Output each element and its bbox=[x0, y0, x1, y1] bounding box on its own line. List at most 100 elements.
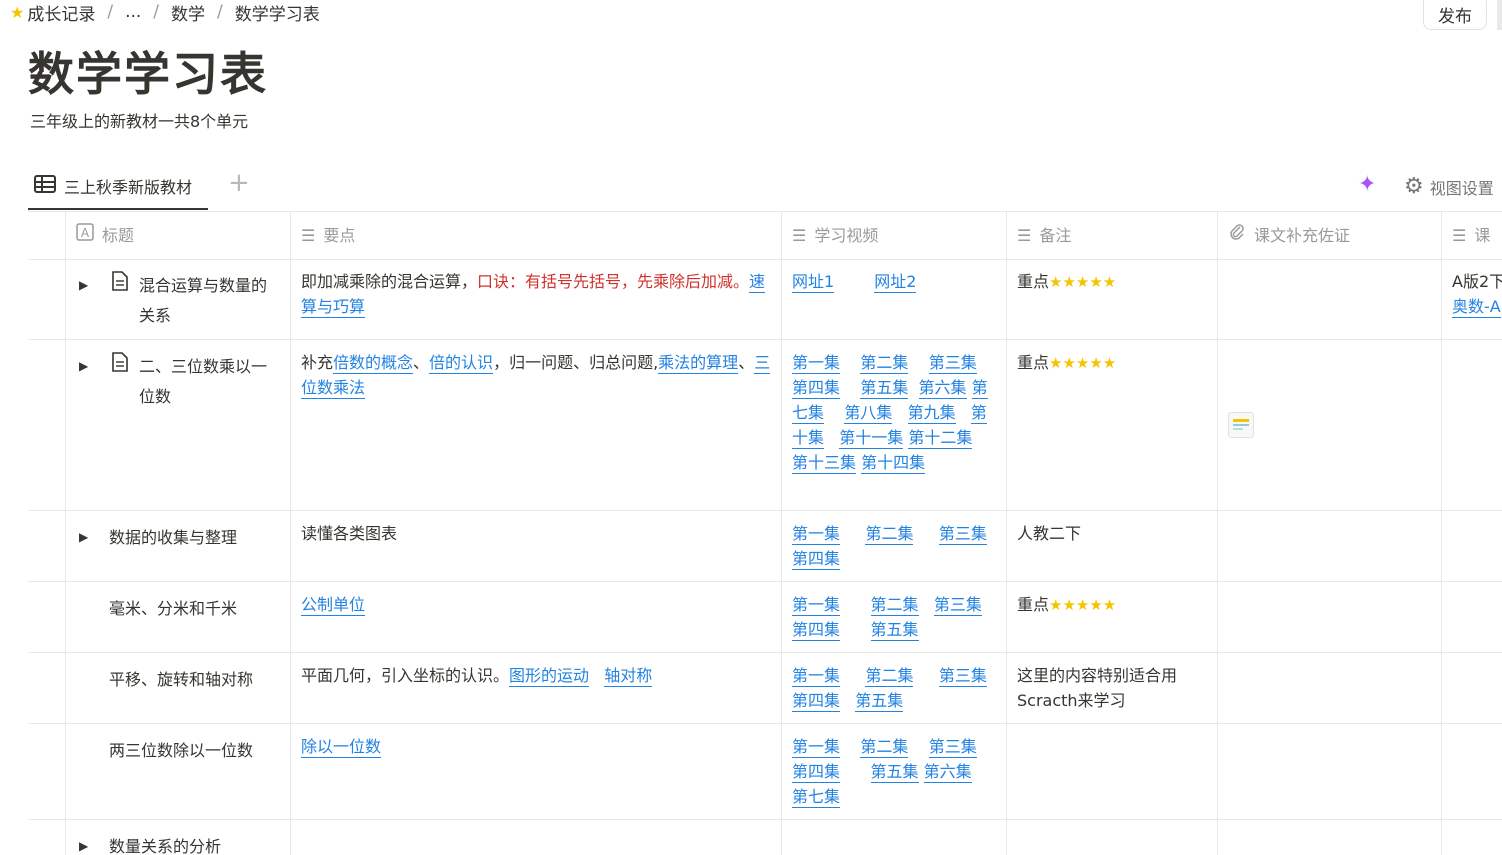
image-thumbnail-icon[interactable] bbox=[1228, 412, 1254, 438]
video-link[interactable]: 网址2 bbox=[874, 272, 917, 293]
video-link[interactable]: 第六集 bbox=[923, 762, 972, 783]
column-header-extra[interactable]: ☰ 课 bbox=[1441, 212, 1502, 259]
video-link[interactable]: 第六集 bbox=[918, 378, 967, 399]
video-link[interactable]: 第一集 bbox=[792, 737, 841, 758]
cell-note[interactable] bbox=[1006, 724, 1217, 819]
expand-toggle-icon[interactable]: ▶ bbox=[79, 525, 88, 550]
points-link[interactable]: 公制单位 bbox=[301, 595, 366, 616]
cell-note[interactable]: 人教二下 bbox=[1006, 511, 1217, 581]
video-link[interactable]: 第三集 bbox=[938, 666, 987, 687]
cell-extra[interactable]: A版2下 奥数-A bbox=[1441, 259, 1502, 339]
video-link[interactable]: 第一集 bbox=[792, 353, 841, 374]
cell-title[interactable]: ▶ 数据的收集与整理 bbox=[65, 511, 290, 581]
table-row[interactable]: ▶ 数据的收集与整理 读懂各类图表 第一集 第二集 第三集 第四集 人教二下 bbox=[28, 511, 1502, 582]
cell-proof[interactable] bbox=[1217, 820, 1441, 855]
cell-proof[interactable] bbox=[1217, 340, 1441, 510]
row-title[interactable]: 二、三位数乘以一位数 bbox=[139, 352, 282, 412]
table-row[interactable]: 平移、旋转和轴对称 平面几何，引入坐标的认识。图形的运动 轴对称 第一集 第二集… bbox=[28, 653, 1502, 724]
points-link[interactable]: 轴对称 bbox=[604, 666, 653, 687]
video-link[interactable]: 第三集 bbox=[933, 595, 982, 616]
cell-title[interactable]: ▶ 混合运算与数量的关系 bbox=[65, 259, 290, 339]
points-link[interactable]: 倍的认识 bbox=[429, 353, 494, 374]
cell-note[interactable]: 这里的内容特别适合用Scracth来学习 bbox=[1006, 653, 1217, 723]
breadcrumb-item-growth[interactable]: 成长记录 bbox=[27, 0, 95, 25]
cell-extra[interactable] bbox=[1441, 511, 1502, 581]
column-header-proof[interactable]: 课文补充佐证 bbox=[1217, 212, 1441, 259]
video-link[interactable]: 第四集 bbox=[792, 549, 841, 570]
row-title[interactable]: 混合运算与数量的关系 bbox=[139, 271, 282, 331]
video-link[interactable]: 第二集 bbox=[870, 595, 919, 616]
cell-extra[interactable] bbox=[1441, 724, 1502, 819]
row-title[interactable]: 平移、旋转和轴对称 bbox=[109, 665, 282, 695]
column-header-note[interactable]: ☰ 备注 bbox=[1006, 212, 1217, 259]
video-link[interactable]: 第一集 bbox=[792, 524, 841, 545]
points-link[interactable]: 乘法的算理 bbox=[658, 353, 739, 374]
video-link[interactable]: 第五集 bbox=[855, 691, 904, 712]
cell-extra[interactable] bbox=[1441, 820, 1502, 855]
video-link[interactable]: 第九集 bbox=[907, 403, 956, 424]
table-row[interactable]: ▶ 混合运算与数量的关系 即加减乘除的混合运算，口诀：有括号先括号，先乘除后加减… bbox=[28, 259, 1502, 340]
video-link[interactable]: 第二集 bbox=[865, 666, 914, 687]
video-link[interactable]: 第一集 bbox=[792, 666, 841, 687]
video-link[interactable]: 第四集 bbox=[792, 691, 841, 712]
cell-note[interactable]: 重点★★★★★ bbox=[1006, 582, 1217, 652]
cell-video[interactable]: 网址1 网址2 bbox=[781, 259, 1006, 339]
points-link[interactable]: 除以一位数 bbox=[301, 737, 382, 758]
cell-extra[interactable] bbox=[1441, 653, 1502, 723]
video-link[interactable]: 第八集 bbox=[844, 403, 893, 424]
cell-proof[interactable] bbox=[1217, 259, 1441, 339]
cell-video[interactable]: 第一集 第二集 第三集 第四集 第五集 第六集 第七集 第八集 第九集 第十集 … bbox=[781, 340, 1006, 510]
ai-sparkle-icon[interactable]: ✦ bbox=[1358, 172, 1376, 197]
video-link[interactable]: 第二集 bbox=[865, 524, 914, 545]
cell-proof[interactable] bbox=[1217, 582, 1441, 652]
video-link[interactable]: 第七集 bbox=[792, 787, 841, 808]
breadcrumb-item-math[interactable]: 数学 bbox=[171, 0, 205, 25]
video-link[interactable]: 第四集 bbox=[792, 378, 841, 399]
table-row[interactable]: 两三位数除以一位数 除以一位数 第一集 第二集 第三集 第四集 第五集 第六集 … bbox=[28, 724, 1502, 820]
cell-title[interactable]: 两三位数除以一位数 bbox=[65, 724, 290, 819]
tab-active-view[interactable]: 三上秋季新版教材 bbox=[28, 164, 208, 210]
cell-note[interactable] bbox=[1006, 820, 1217, 855]
row-title[interactable]: 数量关系的分析 bbox=[109, 832, 282, 855]
cell-video[interactable]: 第一集 第二集 第三集 第四集 第五集 bbox=[781, 582, 1006, 652]
add-view-button[interactable]: + bbox=[228, 170, 250, 196]
video-link[interactable]: 第十三集 bbox=[792, 453, 857, 474]
column-header-title[interactable]: A 标题 bbox=[65, 212, 290, 259]
expand-toggle-icon[interactable]: ▶ bbox=[79, 354, 88, 379]
cell-video[interactable]: 第一集 第二集 第三集 第四集 第五集 bbox=[781, 653, 1006, 723]
breadcrumb-item-ellipsis[interactable]: ... bbox=[125, 2, 141, 22]
column-header-points[interactable]: ☰ 要点 bbox=[290, 212, 781, 259]
cell-video[interactable]: 第一集 第二集 第三集 第四集 第五集 第六集 第七集 bbox=[781, 724, 1006, 819]
table-row[interactable]: 毫米、分米和千米 公制单位 第一集 第二集 第三集 第四集 第五集 重点★★★★… bbox=[28, 582, 1502, 653]
scrollbar-edge[interactable] bbox=[1497, 0, 1502, 30]
video-link[interactable]: 第十一集 bbox=[839, 428, 904, 449]
view-settings-button[interactable]: ⚙ 视图设置 bbox=[1404, 174, 1494, 199]
expand-toggle-icon[interactable]: ▶ bbox=[79, 834, 88, 855]
table-row[interactable]: ▶ 二、三位数乘以一位数 补充倍数的概念、倍的认识，归一问题、归总问题,乘法的算… bbox=[28, 340, 1502, 511]
cell-note[interactable]: 重点★★★★★ bbox=[1006, 340, 1217, 510]
cell-title[interactable]: ▶ 数量关系的分析 bbox=[65, 820, 290, 855]
table-row[interactable]: ▶ 数量关系的分析 bbox=[28, 820, 1502, 855]
cell-points[interactable]: 即加减乘除的混合运算，口诀：有括号先括号，先乘除后加减。速算与巧算 bbox=[290, 259, 781, 339]
points-link[interactable]: 图形的运动 bbox=[509, 666, 590, 687]
cell-proof[interactable] bbox=[1217, 511, 1441, 581]
cell-note[interactable]: 重点★★★★★ bbox=[1006, 259, 1217, 339]
extra-link[interactable]: 奥数-A bbox=[1452, 297, 1501, 318]
points-link[interactable]: 倍数的概念 bbox=[333, 353, 414, 374]
row-title[interactable]: 毫米、分米和千米 bbox=[109, 594, 282, 624]
video-link[interactable]: 第十四集 bbox=[861, 453, 926, 474]
cell-title[interactable]: 平移、旋转和轴对称 bbox=[65, 653, 290, 723]
video-link[interactable]: 第四集 bbox=[792, 620, 841, 641]
video-link[interactable]: 第三集 bbox=[928, 353, 977, 374]
video-link[interactable]: 第三集 bbox=[928, 737, 977, 758]
video-link[interactable]: 第三集 bbox=[938, 524, 987, 545]
cell-points[interactable]: 平面几何，引入坐标的认识。图形的运动 轴对称 bbox=[290, 653, 781, 723]
video-link[interactable]: 第五集 bbox=[870, 620, 919, 641]
video-link[interactable]: 网址1 bbox=[792, 272, 835, 293]
column-header-video[interactable]: ☰ 学习视频 bbox=[781, 212, 1006, 259]
row-title[interactable]: 数据的收集与整理 bbox=[109, 523, 282, 553]
row-title[interactable]: 两三位数除以一位数 bbox=[109, 736, 282, 766]
cell-points[interactable]: 除以一位数 bbox=[290, 724, 781, 819]
expand-toggle-icon[interactable]: ▶ bbox=[79, 273, 88, 298]
cell-proof[interactable] bbox=[1217, 653, 1441, 723]
